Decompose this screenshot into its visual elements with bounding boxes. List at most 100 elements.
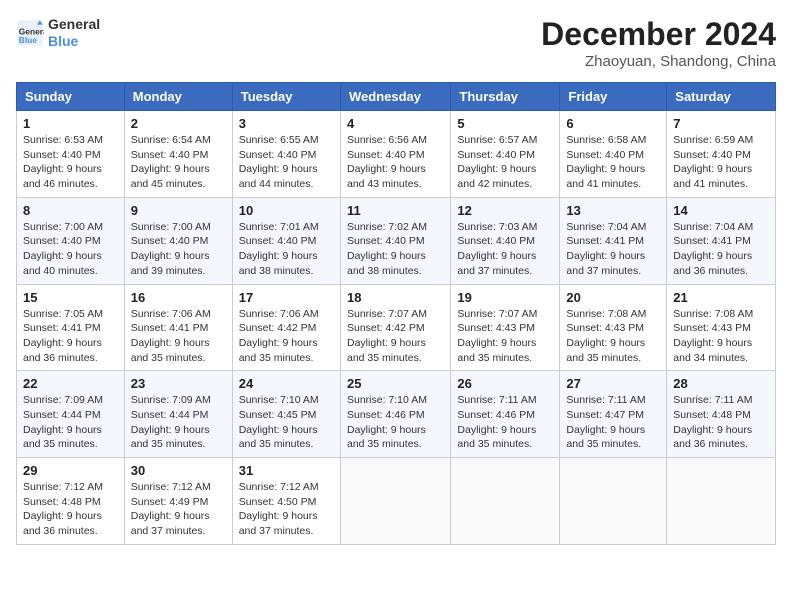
logo-icon: General Blue <box>16 19 44 47</box>
day-number: 27 <box>566 376 660 391</box>
day-number: 14 <box>673 203 769 218</box>
calendar-cell: 22 Sunrise: 7:09 AM Sunset: 4:44 PM Dayl… <box>17 371 125 458</box>
day-number: 11 <box>347 203 444 218</box>
calendar-cell: 5 Sunrise: 6:57 AM Sunset: 4:40 PM Dayli… <box>451 111 560 198</box>
day-number: 3 <box>239 116 334 131</box>
day-number: 23 <box>131 376 226 391</box>
day-info: Sunrise: 7:06 AM Sunset: 4:42 PM Dayligh… <box>239 307 334 366</box>
day-info: Sunrise: 7:10 AM Sunset: 4:45 PM Dayligh… <box>239 393 334 452</box>
calendar-cell: 19 Sunrise: 7:07 AM Sunset: 4:43 PM Dayl… <box>451 284 560 371</box>
calendar-table: SundayMondayTuesdayWednesdayThursdayFrid… <box>16 82 776 545</box>
calendar-cell: 13 Sunrise: 7:04 AM Sunset: 4:41 PM Dayl… <box>560 197 667 284</box>
day-number: 19 <box>457 290 553 305</box>
day-info: Sunrise: 6:55 AM Sunset: 4:40 PM Dayligh… <box>239 133 334 192</box>
weekday-header: Friday <box>560 83 667 111</box>
weekday-header: Tuesday <box>232 83 340 111</box>
day-info: Sunrise: 7:03 AM Sunset: 4:40 PM Dayligh… <box>457 220 553 279</box>
day-info: Sunrise: 6:57 AM Sunset: 4:40 PM Dayligh… <box>457 133 553 192</box>
day-info: Sunrise: 7:01 AM Sunset: 4:40 PM Dayligh… <box>239 220 334 279</box>
day-info: Sunrise: 7:04 AM Sunset: 4:41 PM Dayligh… <box>673 220 769 279</box>
calendar-week-row: 1 Sunrise: 6:53 AM Sunset: 4:40 PM Dayli… <box>17 111 776 198</box>
calendar-cell: 8 Sunrise: 7:00 AM Sunset: 4:40 PM Dayli… <box>17 197 125 284</box>
day-number: 4 <box>347 116 444 131</box>
calendar-cell: 7 Sunrise: 6:59 AM Sunset: 4:40 PM Dayli… <box>667 111 776 198</box>
calendar-cell: 3 Sunrise: 6:55 AM Sunset: 4:40 PM Dayli… <box>232 111 340 198</box>
day-number: 2 <box>131 116 226 131</box>
calendar-cell: 18 Sunrise: 7:07 AM Sunset: 4:42 PM Dayl… <box>340 284 450 371</box>
calendar-cell: 17 Sunrise: 7:06 AM Sunset: 4:42 PM Dayl… <box>232 284 340 371</box>
day-number: 22 <box>23 376 118 391</box>
location: Zhaoyuan, Shandong, China <box>541 53 776 70</box>
day-number: 1 <box>23 116 118 131</box>
calendar-header-row: SundayMondayTuesdayWednesdayThursdayFrid… <box>17 83 776 111</box>
calendar-week-row: 8 Sunrise: 7:00 AM Sunset: 4:40 PM Dayli… <box>17 197 776 284</box>
logo: General Blue General Blue <box>16 16 100 50</box>
calendar-cell: 12 Sunrise: 7:03 AM Sunset: 4:40 PM Dayl… <box>451 197 560 284</box>
calendar-cell: 16 Sunrise: 7:06 AM Sunset: 4:41 PM Dayl… <box>124 284 232 371</box>
calendar-cell: 27 Sunrise: 7:11 AM Sunset: 4:47 PM Dayl… <box>560 371 667 458</box>
weekday-header: Wednesday <box>340 83 450 111</box>
title-area: December 2024 Zhaoyuan, Shandong, China <box>541 16 776 70</box>
day-number: 17 <box>239 290 334 305</box>
day-info: Sunrise: 7:07 AM Sunset: 4:43 PM Dayligh… <box>457 307 553 366</box>
day-number: 7 <box>673 116 769 131</box>
calendar-cell: 28 Sunrise: 7:11 AM Sunset: 4:48 PM Dayl… <box>667 371 776 458</box>
page-header: General Blue General Blue December 2024 … <box>16 16 776 70</box>
day-info: Sunrise: 7:00 AM Sunset: 4:40 PM Dayligh… <box>23 220 118 279</box>
day-info: Sunrise: 7:12 AM Sunset: 4:48 PM Dayligh… <box>23 480 118 539</box>
calendar-cell: 1 Sunrise: 6:53 AM Sunset: 4:40 PM Dayli… <box>17 111 125 198</box>
calendar-cell: 25 Sunrise: 7:10 AM Sunset: 4:46 PM Dayl… <box>340 371 450 458</box>
calendar-cell <box>667 458 776 545</box>
calendar-cell: 9 Sunrise: 7:00 AM Sunset: 4:40 PM Dayli… <box>124 197 232 284</box>
calendar-cell <box>560 458 667 545</box>
calendar-cell: 30 Sunrise: 7:12 AM Sunset: 4:49 PM Dayl… <box>124 458 232 545</box>
day-number: 12 <box>457 203 553 218</box>
day-info: Sunrise: 7:05 AM Sunset: 4:41 PM Dayligh… <box>23 307 118 366</box>
day-info: Sunrise: 6:59 AM Sunset: 4:40 PM Dayligh… <box>673 133 769 192</box>
day-number: 26 <box>457 376 553 391</box>
calendar-cell: 15 Sunrise: 7:05 AM Sunset: 4:41 PM Dayl… <box>17 284 125 371</box>
weekday-header: Sunday <box>17 83 125 111</box>
calendar-cell: 29 Sunrise: 7:12 AM Sunset: 4:48 PM Dayl… <box>17 458 125 545</box>
day-number: 10 <box>239 203 334 218</box>
day-info: Sunrise: 7:02 AM Sunset: 4:40 PM Dayligh… <box>347 220 444 279</box>
logo-text-line2: Blue <box>48 33 100 50</box>
calendar-cell: 24 Sunrise: 7:10 AM Sunset: 4:45 PM Dayl… <box>232 371 340 458</box>
day-number: 21 <box>673 290 769 305</box>
calendar-cell: 11 Sunrise: 7:02 AM Sunset: 4:40 PM Dayl… <box>340 197 450 284</box>
day-info: Sunrise: 7:00 AM Sunset: 4:40 PM Dayligh… <box>131 220 226 279</box>
month-title: December 2024 <box>541 16 776 53</box>
day-info: Sunrise: 7:10 AM Sunset: 4:46 PM Dayligh… <box>347 393 444 452</box>
calendar-week-row: 15 Sunrise: 7:05 AM Sunset: 4:41 PM Dayl… <box>17 284 776 371</box>
day-number: 8 <box>23 203 118 218</box>
day-info: Sunrise: 7:11 AM Sunset: 4:47 PM Dayligh… <box>566 393 660 452</box>
svg-text:Blue: Blue <box>19 35 37 45</box>
day-number: 13 <box>566 203 660 218</box>
day-number: 25 <box>347 376 444 391</box>
day-info: Sunrise: 6:58 AM Sunset: 4:40 PM Dayligh… <box>566 133 660 192</box>
day-info: Sunrise: 7:11 AM Sunset: 4:46 PM Dayligh… <box>457 393 553 452</box>
day-number: 31 <box>239 463 334 478</box>
day-number: 18 <box>347 290 444 305</box>
day-number: 28 <box>673 376 769 391</box>
day-number: 5 <box>457 116 553 131</box>
day-info: Sunrise: 7:09 AM Sunset: 4:44 PM Dayligh… <box>23 393 118 452</box>
calendar-cell: 14 Sunrise: 7:04 AM Sunset: 4:41 PM Dayl… <box>667 197 776 284</box>
calendar-cell: 23 Sunrise: 7:09 AM Sunset: 4:44 PM Dayl… <box>124 371 232 458</box>
day-info: Sunrise: 7:12 AM Sunset: 4:49 PM Dayligh… <box>131 480 226 539</box>
day-number: 6 <box>566 116 660 131</box>
day-number: 16 <box>131 290 226 305</box>
day-number: 29 <box>23 463 118 478</box>
calendar-cell: 6 Sunrise: 6:58 AM Sunset: 4:40 PM Dayli… <box>560 111 667 198</box>
day-info: Sunrise: 7:12 AM Sunset: 4:50 PM Dayligh… <box>239 480 334 539</box>
calendar-cell: 4 Sunrise: 6:56 AM Sunset: 4:40 PM Dayli… <box>340 111 450 198</box>
day-info: Sunrise: 7:09 AM Sunset: 4:44 PM Dayligh… <box>131 393 226 452</box>
day-info: Sunrise: 6:54 AM Sunset: 4:40 PM Dayligh… <box>131 133 226 192</box>
day-info: Sunrise: 7:08 AM Sunset: 4:43 PM Dayligh… <box>673 307 769 366</box>
day-info: Sunrise: 7:11 AM Sunset: 4:48 PM Dayligh… <box>673 393 769 452</box>
calendar-cell: 2 Sunrise: 6:54 AM Sunset: 4:40 PM Dayli… <box>124 111 232 198</box>
calendar-week-row: 29 Sunrise: 7:12 AM Sunset: 4:48 PM Dayl… <box>17 458 776 545</box>
day-info: Sunrise: 7:08 AM Sunset: 4:43 PM Dayligh… <box>566 307 660 366</box>
day-number: 15 <box>23 290 118 305</box>
logo-text-line1: General <box>48 16 100 33</box>
